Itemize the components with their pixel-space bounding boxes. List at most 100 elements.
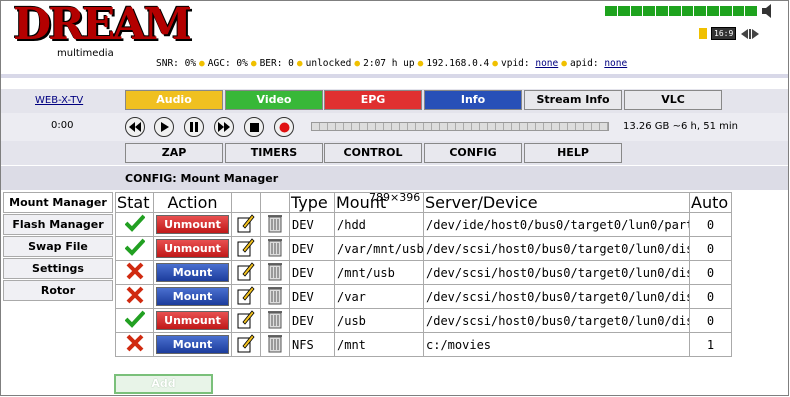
- record-icon[interactable]: [274, 117, 294, 137]
- col-stat: Stat: [115, 192, 154, 213]
- trash-icon[interactable]: [267, 239, 283, 260]
- play-icon[interactable]: [154, 117, 174, 137]
- type-cell: DEV: [292, 289, 314, 304]
- mount-cell: /var/mnt/usb: [337, 241, 424, 256]
- trash-icon[interactable]: [267, 335, 283, 356]
- cross-icon: [126, 334, 144, 355]
- edit-icon[interactable]: [237, 334, 255, 356]
- check-icon: [124, 238, 145, 259]
- menu-timers[interactable]: TIMERS: [225, 143, 323, 163]
- table-row: Mount DEV/var/dev/scsi/host0/bus0/target0…: [115, 284, 732, 309]
- menu-config[interactable]: CONFIG: [424, 143, 522, 163]
- nav-video[interactable]: Video: [225, 90, 323, 110]
- nav-info[interactable]: Info: [424, 90, 522, 110]
- sidebar-item-mount-manager[interactable]: Mount Manager: [3, 192, 113, 213]
- edit-icon[interactable]: [237, 262, 255, 284]
- menu-help[interactable]: HELP: [524, 143, 622, 163]
- apid-label: apid:: [569, 58, 599, 69]
- dimension-overlay: 789×396: [369, 191, 421, 204]
- edit-icon[interactable]: [237, 286, 255, 308]
- mount-button[interactable]: Mount: [156, 263, 229, 282]
- agc-value: AGC: 0%: [207, 58, 248, 69]
- device-cell: /dev/ide/host0/bus0/target0/lun0/part1: [426, 217, 690, 232]
- trash-icon[interactable]: [267, 263, 283, 284]
- logo-sub: multimedia: [57, 48, 114, 59]
- type-cell: NFS: [292, 337, 314, 352]
- page-title: CONFIG: Mount Manager: [125, 172, 279, 185]
- page: DREAM multimedia 16:9 SNR: 0% ● AGC: 0% ● BE…: [0, 0, 789, 396]
- table-header-row: Stat Action Type Mount Server/Device Aut…: [115, 192, 732, 213]
- stop-icon[interactable]: [244, 117, 264, 137]
- mount-button[interactable]: Mount: [156, 287, 229, 306]
- nav-vlc[interactable]: VLC: [624, 90, 722, 110]
- mount-button[interactable]: Mount: [156, 335, 229, 354]
- table-row: Unmount DEV/usb/dev/scsi/host0/bus0/targe…: [115, 308, 732, 333]
- menu-control[interactable]: CONTROL: [324, 143, 422, 163]
- header-divider: [1, 74, 788, 78]
- col-device: Server/Device: [423, 192, 690, 213]
- edit-icon[interactable]: [237, 310, 255, 332]
- add-button[interactable]: Add: [114, 374, 213, 394]
- cross-icon: [126, 262, 144, 283]
- rewind-icon[interactable]: [125, 117, 145, 137]
- web-x-tv-link[interactable]: WEB-X-TV: [35, 95, 83, 106]
- col-delete: [260, 192, 290, 213]
- table-row: Unmount DEV/hdd/dev/ide/host0/bus0/target…: [115, 212, 732, 237]
- trash-icon[interactable]: [267, 311, 283, 332]
- free-space: 13.26 GB ~6 h, 51 min: [623, 121, 738, 132]
- apid-link[interactable]: none: [604, 58, 627, 69]
- col-action: Action: [153, 192, 232, 213]
- playback-progress[interactable]: [311, 122, 609, 131]
- type-cell: DEV: [292, 241, 314, 256]
- vpid-link[interactable]: none: [535, 58, 558, 69]
- dream-logo: DREAM multimedia: [13, 1, 192, 59]
- mount-cell: /hdd: [337, 217, 366, 232]
- device-cell: /dev/scsi/host0/bus0/target0/lun0/disc: [426, 313, 690, 328]
- auto-cell: 0: [706, 217, 715, 232]
- edit-icon[interactable]: [237, 214, 255, 236]
- vpid-label: vpid:: [501, 58, 530, 69]
- type-cell: DEV: [292, 313, 314, 328]
- unmount-button[interactable]: Unmount: [156, 311, 229, 330]
- lock-status: unlocked: [305, 58, 352, 69]
- forward-icon[interactable]: [214, 117, 234, 137]
- type-cell: DEV: [292, 265, 314, 280]
- nav-audio[interactable]: Audio: [125, 90, 223, 110]
- mount-table-body: Unmount DEV/hdd/dev/ide/host0/bus0/target…: [115, 212, 732, 357]
- sidebar-item-flash-manager[interactable]: Flash Manager: [3, 214, 113, 235]
- auto-cell: 0: [706, 241, 715, 256]
- skip-icon[interactable]: [740, 28, 760, 40]
- nav-stream-info[interactable]: Stream Info: [524, 90, 622, 110]
- mount-cell: /mnt: [337, 337, 366, 352]
- unmount-button[interactable]: Unmount: [156, 239, 229, 258]
- config-title-band: [1, 166, 788, 190]
- table-row: Unmount DEV/var/mnt/usb/dev/scsi/host0/bu…: [115, 236, 732, 261]
- sidebar-item-settings[interactable]: Settings: [3, 258, 113, 279]
- edit-icon[interactable]: [237, 238, 255, 260]
- aspect-16-9-icon[interactable]: 16:9: [711, 27, 737, 40]
- auto-cell: 0: [706, 289, 715, 304]
- mount-cell: /usb: [337, 313, 366, 328]
- logo-word: DREAM: [13, 0, 192, 50]
- auto-cell: 1: [706, 337, 715, 352]
- device-cell: c:/movies: [426, 337, 492, 352]
- nav-epg[interactable]: EPG: [324, 90, 422, 110]
- pause-icon[interactable]: [184, 117, 204, 137]
- trash-icon[interactable]: [267, 215, 283, 236]
- mount-cell: /var: [337, 289, 366, 304]
- device-cell: /dev/scsi/host0/bus0/target0/lun0/disc: [426, 241, 690, 256]
- ip-address: 192.168.0.4: [426, 58, 490, 69]
- trash-icon[interactable]: [267, 287, 283, 308]
- header-icons: 16:9: [699, 27, 760, 40]
- unmount-button[interactable]: Unmount: [156, 215, 229, 234]
- device-cell: /dev/scsi/host0/bus0/target0/lun0/disc: [426, 289, 690, 304]
- device-cell: /dev/scsi/host0/bus0/target0/lun0/disc: [426, 265, 690, 280]
- speaker-icon[interactable]: [761, 3, 773, 19]
- status-line: SNR: 0% ● AGC: 0% ● BER: 0 ● unlocked ● 2:07 h u…: [156, 58, 628, 69]
- sidebar-item-swap-file[interactable]: Swap File: [3, 236, 113, 257]
- note-icon[interactable]: [699, 28, 707, 39]
- cross-icon: [126, 286, 144, 307]
- ber-value: BER: 0: [259, 58, 294, 69]
- sidebar-item-rotor[interactable]: Rotor: [3, 280, 113, 301]
- menu-zap[interactable]: ZAP: [125, 143, 223, 163]
